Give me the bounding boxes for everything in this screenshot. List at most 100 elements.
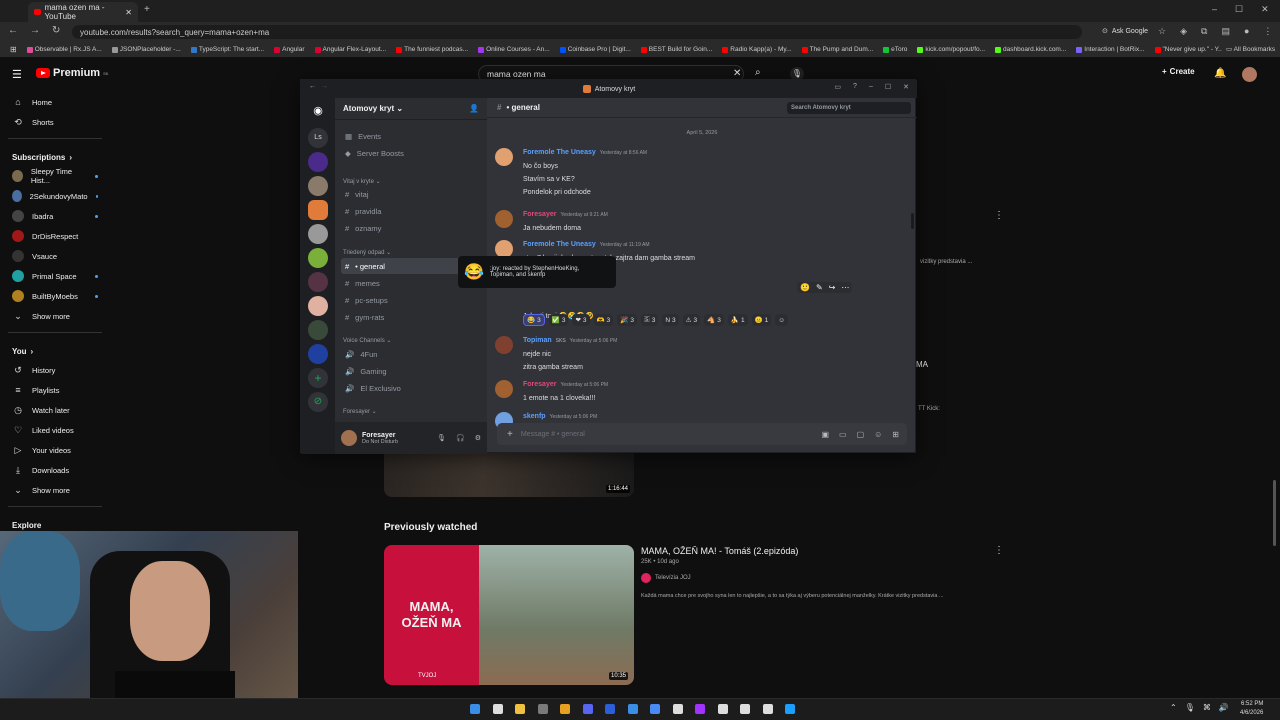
subscription-item[interactable]: Ibadra: [0, 206, 110, 226]
sidebar-item-home[interactable]: ⌂ Home: [0, 92, 110, 112]
user-info[interactable]: Foresayer Do Not Disturb: [362, 432, 398, 445]
reaction-chip[interactable]: ✅ 3: [548, 314, 569, 326]
browser-tab[interactable]: mama ozen ma - YouTube ✕: [28, 2, 138, 22]
video-title[interactable]: MAMA, OŽEŇ MA! - Tomáš (2.epizóda): [641, 546, 798, 556]
reaction-chip[interactable]: 🫶 3: [593, 314, 614, 326]
add-server-icon[interactable]: +: [308, 368, 328, 388]
reaction-chip[interactable]: ❤ 3: [572, 314, 590, 326]
category-welcome[interactable]: Vitaj v kryte ⌄: [343, 178, 381, 185]
bookmark-item[interactable]: The funniest podcas...: [396, 46, 468, 53]
channel-link[interactable]: Televízia JOJ: [641, 573, 691, 583]
help-icon[interactable]: ?: [853, 83, 857, 91]
taskbar-app-icon[interactable]: [537, 704, 548, 714]
reaction-chip[interactable]: 🍌 1: [727, 314, 748, 326]
all-bookmarks[interactable]: ▭ All Bookmarks: [1222, 45, 1276, 53]
minimize-icon[interactable]: –: [1212, 4, 1217, 15]
message-author[interactable]: Foresayer: [523, 211, 556, 218]
subscription-item[interactable]: 2SekundovyMato: [0, 186, 110, 206]
react-icon[interactable]: 🙂: [800, 283, 810, 292]
voice-channel[interactable]: 🔊 4Fun: [341, 346, 481, 362]
events-item[interactable]: ▦ Events: [341, 128, 481, 144]
maximize-icon[interactable]: ☐: [1235, 4, 1243, 15]
forward-arrow-icon[interactable]: →: [321, 83, 328, 90]
server-8[interactable]: [308, 320, 328, 340]
sidebar-item-history[interactable]: ↺ History: [0, 360, 110, 380]
extension-3-icon[interactable]: ▤: [1221, 26, 1230, 37]
taskbar-app-icon[interactable]: [560, 704, 570, 714]
message-author[interactable]: Topiman: [523, 337, 552, 344]
you-header[interactable]: You ›: [0, 339, 110, 360]
server-4[interactable]: [308, 224, 328, 244]
extension-icon[interactable]: ◈: [1180, 26, 1187, 37]
youtube-premium-logo[interactable]: Premium SK: [36, 67, 108, 79]
show-more-button[interactable]: ⌄ Show more: [0, 480, 110, 500]
dm-ls[interactable]: Ls: [308, 128, 328, 148]
message-avatar[interactable]: [495, 148, 513, 166]
discord-home-icon[interactable]: ◉: [308, 104, 328, 124]
add-reaction-icon[interactable]: ☺: [775, 314, 788, 326]
maximize-icon[interactable]: ☐: [885, 83, 891, 91]
chat-scrollbar[interactable]: [911, 213, 914, 229]
gift-icon[interactable]: ▣: [821, 430, 829, 439]
inbox-icon[interactable]: ▭: [834, 83, 841, 91]
server-2[interactable]: [308, 176, 328, 196]
sidebar-item-playlists[interactable]: ≡ Playlists: [0, 380, 110, 400]
category-sorted[interactable]: Triedený odpad ⌄: [343, 249, 391, 256]
taskbar-app-icon[interactable]: [650, 704, 660, 714]
create-button[interactable]: + Create: [1162, 67, 1195, 76]
channel-oznamy[interactable]: # oznamy: [341, 220, 481, 236]
category-foresayer[interactable]: Foresayer ⌄: [343, 408, 377, 415]
minimize-icon[interactable]: –: [869, 83, 873, 91]
settings-gear-icon[interactable]: ⚙: [475, 434, 481, 442]
bookmark-item[interactable]: Interaction | BotRix...: [1076, 46, 1145, 53]
notifications-icon[interactable]: 🔔: [1214, 68, 1226, 79]
taskbar-app-icon[interactable]: [492, 704, 503, 714]
bookmark-item[interactable]: TypeScript: The start...: [190, 46, 264, 53]
taskbar-app-icon[interactable]: [515, 704, 525, 714]
address-bar[interactable]: youtube.com/results?search_query=mama+oz…: [72, 25, 1082, 39]
mic-icon[interactable]: 🎙: [437, 434, 446, 442]
discover-icon[interactable]: ⊘: [308, 392, 328, 412]
chevron-up-icon[interactable]: ⌃: [1170, 703, 1177, 712]
sticker-icon[interactable]: ▢: [857, 430, 865, 439]
bookmark-item[interactable]: eToro: [883, 46, 907, 53]
more-icon[interactable]: ⋯: [841, 283, 849, 292]
more-options-icon[interactable]: ⋮: [994, 210, 1004, 221]
taskbar-app-icon[interactable]: [627, 704, 638, 714]
close-tab-icon[interactable]: ✕: [125, 8, 132, 17]
server-1[interactable]: [308, 152, 328, 172]
message-avatar[interactable]: [495, 380, 513, 398]
gif-icon[interactable]: ▭: [839, 430, 847, 439]
server-6[interactable]: [308, 272, 328, 292]
sidebar-item-your-videos[interactable]: ▷ Your videos: [0, 440, 110, 460]
message-composer[interactable]: + Message # • general ▣ ▭ ▢ ☺ ⊞: [497, 423, 907, 445]
message-author[interactable]: Foresayer: [523, 381, 556, 388]
close-icon[interactable]: ✕: [903, 83, 909, 91]
bookmark-item[interactable]: Online Courses - An...: [478, 46, 550, 53]
new-tab-icon[interactable]: +: [144, 4, 150, 15]
profile-icon[interactable]: ●: [1244, 26, 1249, 37]
sidebar-item-shorts[interactable]: ⟲ Shorts: [0, 112, 110, 132]
sidebar-item-downloads[interactable]: ⤓ Downloads: [0, 460, 110, 480]
bookmark-item[interactable]: JSONPlaceholder -...: [111, 46, 181, 53]
sidebar-item-watch-later[interactable]: ◷ Watch later: [0, 400, 110, 420]
server-5[interactable]: [308, 248, 328, 268]
taskbar-app-icon[interactable]: [672, 704, 683, 714]
bookmark-item[interactable]: Angular: [274, 46, 305, 53]
bookmark-item[interactable]: Observable | Rx.JS A...: [26, 46, 102, 53]
show-more-button[interactable]: ⌄ Show more: [0, 306, 110, 326]
reaction-chip[interactable]: 😐 1: [751, 314, 772, 326]
channel-item[interactable]: # gym-rats: [341, 309, 481, 325]
attach-plus-icon[interactable]: +: [507, 429, 513, 440]
taskbar-app-icon[interactable]: [470, 704, 480, 714]
page-scrollbar[interactable]: [1273, 480, 1276, 546]
taskbar-app-icon[interactable]: [762, 704, 773, 714]
voice-channel[interactable]: 🔊 El Exclusivo: [341, 380, 481, 396]
video-more-icon[interactable]: ⋮: [994, 545, 1004, 556]
server-atomovy-kryt[interactable]: [308, 200, 328, 220]
menu-icon[interactable]: ⋮: [1263, 26, 1272, 37]
clear-search-icon[interactable]: ✕: [733, 68, 741, 79]
back-icon[interactable]: ←: [8, 25, 18, 36]
category-voice[interactable]: Voice Channels ⌄: [343, 337, 391, 344]
bookmark-item[interactable]: Coinbase Pro | Digit...: [559, 46, 631, 53]
